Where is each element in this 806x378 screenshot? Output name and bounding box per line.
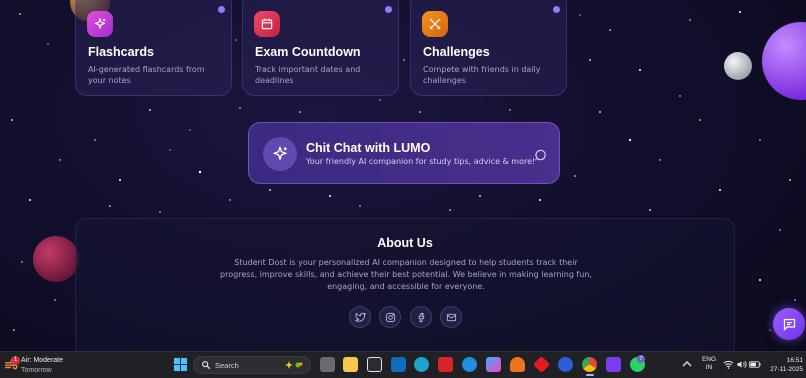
card-exam-countdown[interactable]: Exam Countdown Track important dates and… <box>242 0 399 96</box>
chevron-up-icon[interactable] <box>682 360 692 368</box>
sparkles-icon <box>263 137 297 171</box>
volume-icon[interactable] <box>736 360 747 369</box>
card-indicator-dot <box>385 6 392 13</box>
time: 16:51 <box>786 357 803 364</box>
floating-chat-button[interactable] <box>773 308 805 340</box>
chat-with-lumo-button[interactable]: Chit Chat with LUMO Your friendly AI com… <box>248 122 560 184</box>
card-description: Track important dates and deadlines <box>255 65 361 85</box>
copilot-highlight-icon <box>285 361 303 369</box>
facebook-icon[interactable] <box>410 306 432 328</box>
about-title: About Us <box>377 236 433 250</box>
chrome-icon[interactable] <box>582 357 597 372</box>
red-planet <box>33 236 79 282</box>
weather-line2: Tomorrow <box>21 367 52 374</box>
card-title: Flashcards <box>88 45 155 59</box>
calendar-icon <box>254 11 280 37</box>
taskbar-search[interactable]: Search <box>193 356 311 374</box>
card-title: Exam Countdown <box>255 45 361 59</box>
app-icon[interactable] <box>558 357 573 372</box>
card-description: AI-generated flashcards from your notes <box>88 65 205 85</box>
sparkles-icon <box>87 11 113 37</box>
mcafee-icon[interactable] <box>438 357 453 372</box>
violet-planet <box>762 22 806 100</box>
crossed-swords-icon <box>422 11 448 37</box>
moon <box>724 52 752 80</box>
language-code: ENG <box>701 356 717 363</box>
card-challenges[interactable]: Challenges Compete with friends in daily… <box>410 0 567 96</box>
chat-subtitle: Your friendly AI companion for study tip… <box>306 157 536 166</box>
chat-bubble-icon <box>533 147 547 166</box>
date: 27-11-2025 <box>770 366 803 373</box>
search-label: Search <box>215 361 239 370</box>
cloud-icon[interactable] <box>510 357 525 372</box>
instagram-icon[interactable] <box>379 306 401 328</box>
battery-icon[interactable] <box>749 360 761 369</box>
weather-widget[interactable]: 1 Air: Moderate Tomorrow <box>4 355 76 375</box>
windows-start-icon[interactable] <box>173 357 188 372</box>
about-section: About Us Student Dost is your personaliz… <box>75 218 735 358</box>
whatsapp-badge: 7 <box>637 355 645 363</box>
chat-title: Chit Chat with LUMO <box>306 141 431 155</box>
mail-icon[interactable] <box>440 306 462 328</box>
about-body: Student Dost is your personalized AI com… <box>220 258 592 291</box>
region-code: IN <box>705 364 713 371</box>
task-view-icon[interactable] <box>320 357 335 372</box>
app-icon[interactable] <box>606 357 621 372</box>
language-indicator[interactable]: ENG IN <box>701 356 717 372</box>
active-app-indicator <box>586 374 594 376</box>
card-indicator-dot <box>218 6 225 13</box>
system-clock[interactable]: 16:51 27-11-2025 <box>767 356 803 374</box>
copilot-icon[interactable] <box>486 357 501 372</box>
twitter-icon[interactable] <box>349 306 371 328</box>
weather-line1: Air: Moderate <box>21 357 64 364</box>
search-icon <box>202 361 211 370</box>
app-icon[interactable] <box>462 357 477 372</box>
card-description: Compete with friends in daily challenges <box>423 65 541 85</box>
file-explorer-icon[interactable] <box>343 357 358 372</box>
weather-badge: 1 <box>11 356 20 365</box>
anydesk-icon[interactable] <box>533 356 550 373</box>
card-flashcards[interactable]: Flashcards AI-generated flashcards from … <box>75 0 232 96</box>
card-title: Challenges <box>423 45 490 59</box>
wifi-icon[interactable] <box>723 360 734 369</box>
store-icon[interactable] <box>367 357 382 372</box>
outlook-icon[interactable] <box>391 357 406 372</box>
taskbar: 1 Air: Moderate Tomorrow Search 7 ENG IN… <box>0 351 806 378</box>
card-indicator-dot <box>553 6 560 13</box>
edge-icon[interactable] <box>414 357 429 372</box>
